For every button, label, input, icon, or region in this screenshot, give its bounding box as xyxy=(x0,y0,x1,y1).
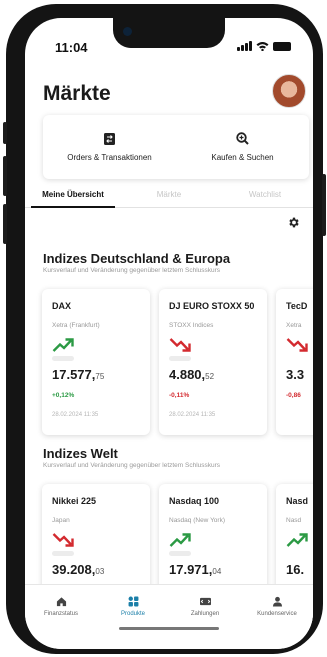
nav-item-finanzstatus[interactable]: Finanzstatus xyxy=(25,585,97,649)
orders-icon xyxy=(104,132,115,145)
tab-markets[interactable]: Märkte xyxy=(121,186,217,207)
gear-icon[interactable] xyxy=(287,216,300,229)
index-exchange: STOXX Indices xyxy=(169,322,214,329)
index-price: 4.880,52 xyxy=(169,367,214,382)
section-subtitle-de-eu: Kursverlauf und Veränderung gegenüber le… xyxy=(43,267,221,274)
price-decimals: 52 xyxy=(205,372,215,381)
index-exchange: Nasd xyxy=(286,517,302,524)
index-exchange: Xetra xyxy=(286,322,302,329)
index-change: +0,12% xyxy=(52,392,75,399)
index-card-eurostoxx[interactable]: DJ EURO STOXX 50 STOXX Indices 4.880,52 … xyxy=(159,289,267,435)
payments-icon xyxy=(199,597,211,606)
index-exchange: Japan xyxy=(52,517,70,524)
trend-down-icon xyxy=(286,338,308,352)
index-price: 3.3 xyxy=(286,367,304,382)
price-decimals: 03 xyxy=(95,567,105,576)
price-main: 3.3 xyxy=(286,367,305,382)
index-name: Nasd xyxy=(286,496,309,506)
nav-item-kundenservice[interactable]: Kundenservice xyxy=(241,585,313,649)
buy-search-label: Kaufen & Suchen xyxy=(211,153,274,162)
index-exchange: Nasdaq (New York) xyxy=(169,517,225,524)
home-indicator[interactable] xyxy=(119,627,219,630)
tab-my-overview[interactable]: Meine Übersicht xyxy=(25,186,121,208)
index-change: -0,11% xyxy=(169,392,190,399)
section-title-world: Indizes Welt xyxy=(43,446,118,461)
index-name: TecD xyxy=(286,301,308,311)
nav-item-zahlungen[interactable]: Zahlungen xyxy=(169,585,241,649)
screen: 11:04 Märkte Orders & Transaktionen Kauf… xyxy=(25,18,313,649)
page-title: Märkte xyxy=(43,82,111,105)
quick-actions-card: Orders & Transaktionen Kaufen & Suchen xyxy=(43,115,309,179)
customer-service-icon xyxy=(272,596,282,607)
price-main: 17.971, xyxy=(169,562,213,577)
nav-label: Finanzstatus xyxy=(43,611,79,617)
price-main: 16. xyxy=(286,562,305,577)
tab-watchlist[interactable]: Watchlist xyxy=(217,186,313,207)
price-decimals: 04 xyxy=(212,567,222,576)
index-price: 16. xyxy=(286,562,304,577)
price-main: 4.880, xyxy=(169,367,206,382)
index-card-row-de-eu: DAX Xetra (Frankfurt) 17.577,75 +0,12% 2… xyxy=(42,289,313,435)
bottom-navigation: Finanzstatus Produkte Zahlungen Kundense… xyxy=(25,584,313,649)
products-icon xyxy=(128,596,138,607)
price-main: 39.208, xyxy=(52,562,96,577)
index-card-tecdax[interactable]: TecD Xetra 3.3 -0,86 xyxy=(276,289,313,435)
index-card-dax[interactable]: DAX Xetra (Frankfurt) 17.577,75 +0,12% 2… xyxy=(42,289,150,435)
index-name: Nasdaq 100 xyxy=(169,496,220,506)
price-main: 17.577, xyxy=(52,367,96,382)
index-timestamp: 28.02.2024 11:35 xyxy=(52,412,99,418)
trend-down-icon xyxy=(169,338,191,352)
index-name: DAX xyxy=(52,301,72,311)
trend-up-icon xyxy=(52,338,74,352)
wifi-icon xyxy=(256,42,269,51)
index-change: -0,86 xyxy=(286,392,301,399)
avatar[interactable] xyxy=(272,74,306,108)
placeholder-pill xyxy=(169,356,191,361)
nav-label: Zahlungen xyxy=(190,611,220,617)
orders-transactions-label: Orders & Transaktionen xyxy=(67,152,152,162)
index-exchange: Xetra (Frankfurt) xyxy=(52,322,100,329)
section-title-de-eu: Indizes Deutschland & Europa xyxy=(43,251,231,266)
tab-bar: Meine Übersicht Märkte Watchlist xyxy=(25,186,313,208)
home-icon xyxy=(56,597,66,607)
index-price: 17.577,75 xyxy=(52,367,104,382)
volume-up-button xyxy=(3,156,7,196)
orders-transactions-button[interactable]: Orders & Transaktionen xyxy=(43,115,176,179)
price-decimals: 75 xyxy=(95,372,105,381)
status-time: 11:04 xyxy=(55,40,88,55)
power-button xyxy=(322,174,326,236)
nav-label: Produkte xyxy=(120,611,145,617)
trend-up-icon xyxy=(286,533,308,547)
buy-search-button[interactable]: Kaufen & Suchen xyxy=(176,115,309,179)
trend-up-icon xyxy=(169,533,191,547)
section-subtitle-world: Kursverlauf und Veränderung gegenüber le… xyxy=(43,462,221,469)
volume-down-button xyxy=(3,204,7,244)
placeholder-pill xyxy=(52,356,74,361)
nav-label: Kundenservice xyxy=(257,611,297,617)
index-price: 17.971,04 xyxy=(169,562,221,577)
index-name: DJ EURO STOXX 50 xyxy=(169,301,255,311)
placeholder-pill xyxy=(169,551,191,556)
signal-icon xyxy=(237,41,252,51)
nav-item-produkte[interactable]: Produkte xyxy=(97,585,169,649)
index-timestamp: 28.02.2024 11:35 xyxy=(169,412,216,418)
status-icons xyxy=(237,41,291,51)
camera-icon xyxy=(123,27,132,36)
trend-down-icon xyxy=(52,533,74,547)
status-bar: 11:04 xyxy=(25,38,313,58)
battery-icon xyxy=(273,41,291,51)
index-name: Nikkei 225 xyxy=(52,496,97,506)
index-price: 39.208,03 xyxy=(52,562,104,577)
phone-frame: 11:04 Märkte Orders & Transaktionen Kauf… xyxy=(3,4,326,654)
mute-switch xyxy=(3,122,7,144)
placeholder-pill xyxy=(52,551,74,556)
search-plus-icon xyxy=(236,132,249,145)
